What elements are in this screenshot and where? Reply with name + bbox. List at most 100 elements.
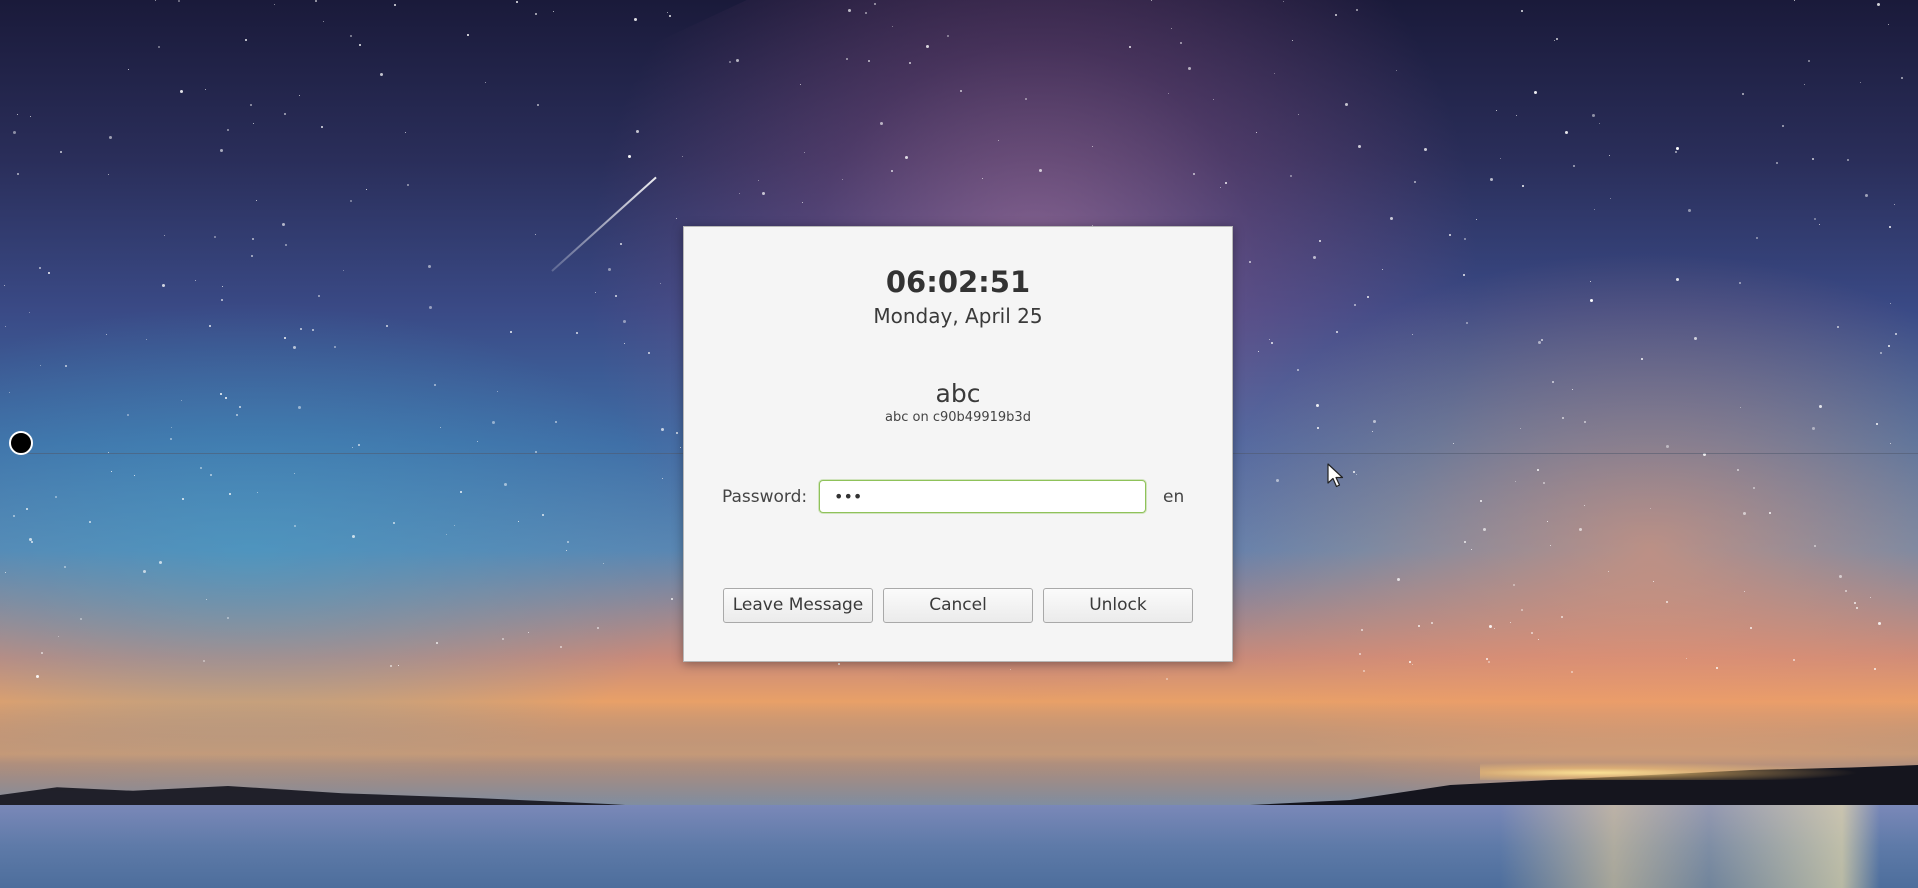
- leave-message-button[interactable]: Leave Message: [723, 588, 873, 623]
- star: [868, 60, 870, 62]
- star: [239, 406, 241, 408]
- star: [537, 104, 539, 106]
- star: [567, 541, 569, 543]
- star: [1424, 148, 1427, 151]
- star: [502, 638, 504, 640]
- star: [40, 365, 41, 366]
- star: [39, 267, 41, 269]
- star: [294, 525, 296, 527]
- star: [1694, 337, 1697, 340]
- mouse-pointer-icon: [1327, 463, 1344, 488]
- city-lights: [1480, 762, 1860, 780]
- star: [323, 21, 324, 22]
- star: [1297, 369, 1299, 371]
- star: [26, 508, 28, 510]
- password-input[interactable]: [819, 480, 1146, 513]
- star: [1480, 500, 1482, 502]
- star: [4, 285, 5, 286]
- star: [1599, 123, 1600, 124]
- star: [299, 95, 300, 96]
- star: [158, 46, 160, 48]
- star: [1556, 38, 1558, 40]
- star: [661, 428, 664, 431]
- unlock-button[interactable]: Unlock: [1043, 588, 1193, 623]
- star: [1361, 629, 1363, 631]
- record-dot-icon[interactable]: [9, 431, 33, 455]
- star: [1584, 505, 1585, 506]
- star: [36, 675, 39, 678]
- star: [352, 447, 353, 448]
- star: [1396, 70, 1397, 71]
- star: [1168, 93, 1169, 94]
- star: [1590, 299, 1593, 302]
- star: [1496, 110, 1497, 111]
- star: [667, 12, 668, 13]
- star: [909, 62, 911, 64]
- star: [350, 35, 352, 37]
- star: [1814, 218, 1816, 220]
- star: [510, 331, 512, 333]
- star: [542, 514, 544, 516]
- star: [1565, 131, 1568, 134]
- star: [1418, 625, 1420, 627]
- star: [220, 149, 223, 152]
- star: [1676, 278, 1679, 281]
- star: [804, 152, 805, 153]
- star: [1782, 125, 1784, 127]
- star: [460, 491, 462, 493]
- star: [982, 178, 983, 179]
- cancel-button[interactable]: Cancel: [883, 588, 1033, 623]
- star: [669, 15, 671, 17]
- star: [1494, 628, 1495, 629]
- star: [1313, 256, 1316, 259]
- star: [1839, 575, 1842, 578]
- star: [1316, 404, 1319, 407]
- star: [1888, 24, 1889, 25]
- star: [1594, 209, 1595, 210]
- star: [334, 346, 336, 348]
- star: [315, 0, 317, 2]
- star: [1269, 339, 1270, 340]
- star: [405, 132, 406, 133]
- star: [284, 337, 286, 339]
- star: [636, 130, 639, 133]
- star: [256, 200, 257, 201]
- star: [1537, 469, 1539, 471]
- star: [1171, 28, 1172, 29]
- keyboard-language-indicator[interactable]: en: [1163, 487, 1184, 507]
- star: [366, 189, 367, 190]
- star: [436, 642, 438, 644]
- star: [1716, 667, 1718, 669]
- star: [127, 414, 129, 416]
- star: [1584, 421, 1586, 423]
- star: [1776, 162, 1778, 164]
- star: [206, 599, 207, 600]
- star: [1213, 99, 1214, 100]
- star: [634, 18, 637, 21]
- star: [1579, 528, 1582, 531]
- star: [1543, 482, 1545, 484]
- star: [245, 39, 247, 41]
- star: [1489, 625, 1492, 628]
- star: [203, 660, 205, 662]
- star: [553, 11, 554, 12]
- star: [171, 427, 172, 428]
- star: [1193, 173, 1195, 175]
- star: [108, 174, 109, 175]
- password-label: Password:: [722, 487, 808, 507]
- star: [1743, 512, 1746, 515]
- star: [1641, 358, 1643, 360]
- star: [1449, 234, 1451, 236]
- star: [1676, 147, 1679, 150]
- star: [282, 223, 285, 226]
- star: [128, 69, 129, 70]
- star: [1464, 541, 1466, 543]
- star: [1382, 269, 1383, 270]
- star: [214, 236, 216, 238]
- star: [628, 155, 631, 158]
- star: [1590, 281, 1591, 282]
- star: [298, 406, 301, 409]
- star: [434, 384, 436, 386]
- star: [285, 244, 287, 246]
- star: [676, 218, 677, 219]
